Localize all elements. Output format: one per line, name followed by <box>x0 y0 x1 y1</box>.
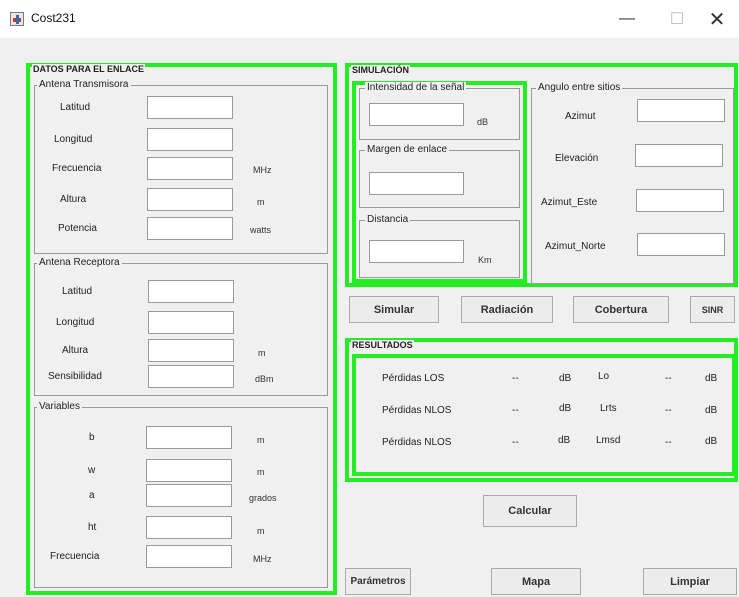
intensidad-title: Intensidad de la señal <box>365 82 467 93</box>
rx-altura-label: Altura <box>62 345 89 356</box>
tx-frecuencia-label: Frecuencia <box>52 163 102 174</box>
perdidas-los-label: Pérdidas LOS <box>382 373 445 384</box>
maximize-button[interactable]: ☐ <box>662 6 692 32</box>
lo-label: Lo <box>598 371 610 382</box>
simular-button[interactable]: Simular <box>349 296 439 323</box>
perdidas-los-value: -- <box>512 373 519 384</box>
rx-sensibilidad-label: Sensibilidad <box>48 371 102 382</box>
rx-latitud-label: Latitud <box>62 286 93 297</box>
perdidas-nlos-2-label: Pérdidas NLOS <box>382 437 452 448</box>
window-title: Cost231 <box>31 11 76 25</box>
lrts-value: -- <box>665 405 672 416</box>
tx-potencia-unit: watts <box>250 225 272 235</box>
parametros-button[interactable]: Parámetros <box>345 568 411 595</box>
tx-potencia-label: Potencia <box>58 223 97 234</box>
perdidas-nlos-2-unit: dB <box>558 435 571 446</box>
azimut-este-label: Azimut_Este <box>541 197 598 208</box>
var-a-unit: grados <box>249 493 277 503</box>
rx-sensibilidad-unit: dBm <box>255 374 274 384</box>
var-w-input[interactable] <box>146 459 232 482</box>
var-frecuencia-input[interactable] <box>146 545 232 568</box>
tx-potencia-input[interactable] <box>147 217 233 240</box>
mapa-button[interactable]: Mapa <box>491 568 581 595</box>
distancia-output <box>369 240 464 263</box>
rx-altura-input[interactable] <box>148 339 234 362</box>
var-b-label: b <box>89 432 95 443</box>
var-b-unit: m <box>257 435 265 445</box>
perdidas-los-unit: dB <box>559 373 572 384</box>
elevacion-output <box>635 144 723 167</box>
cobertura-button[interactable]: Cobertura <box>573 296 669 323</box>
lmsd-value: -- <box>665 437 672 448</box>
tx-frecuencia-unit: MHz <box>253 165 272 175</box>
perdidas-nlos-2-value: -- <box>512 437 519 448</box>
simulacion-title: SIMULACIÓN <box>351 65 410 75</box>
azimut-este-output <box>636 189 724 212</box>
calcular-button[interactable]: Calcular <box>483 495 577 527</box>
minimize-button[interactable]: — <box>612 6 642 32</box>
var-a-label: a <box>89 490 95 501</box>
margen-output <box>369 172 464 195</box>
limpiar-button[interactable]: Limpiar <box>643 568 737 595</box>
var-ht-label: ht <box>88 522 97 533</box>
resultados-title: RESULTADOS <box>351 340 414 350</box>
lrts-unit: dB <box>705 405 718 416</box>
var-a-input[interactable] <box>146 484 232 507</box>
app-icon <box>10 12 24 26</box>
tx-frecuencia-input[interactable] <box>147 157 233 180</box>
antena-receptora-title: Antena Receptora <box>37 257 122 268</box>
radiacion-button[interactable]: Radiación <box>461 296 553 323</box>
lmsd-unit: dB <box>705 436 718 447</box>
distancia-title: Distancia <box>365 214 411 225</box>
tx-latitud-label: Latitud <box>60 102 91 113</box>
tx-altura-input[interactable] <box>147 188 233 211</box>
tx-altura-unit: m <box>257 197 265 207</box>
tx-longitud-input[interactable] <box>147 128 233 151</box>
perdidas-nlos-unit: dB <box>559 403 572 414</box>
rx-longitud-input[interactable] <box>148 311 234 334</box>
intensidad-output <box>369 103 464 126</box>
var-ht-unit: m <box>257 526 265 536</box>
datos-enlace-title: DATOS PARA EL ENLACE <box>32 64 146 74</box>
tx-longitud-label: Longitud <box>54 134 93 145</box>
rx-longitud-label: Longitud <box>56 317 95 328</box>
intensidad-unit: dB <box>477 117 489 127</box>
var-frecuencia-label: Frecuencia <box>50 551 100 562</box>
elevacion-label: Elevación <box>555 153 599 164</box>
variables-title: Variables <box>37 401 82 412</box>
lo-unit: dB <box>705 373 718 384</box>
angulo-title: Angulo entre sitios <box>536 82 623 93</box>
var-ht-input[interactable] <box>146 516 232 539</box>
rx-latitud-input[interactable] <box>148 280 234 303</box>
azimut-norte-output <box>637 233 725 256</box>
antena-transmisora-title: Antena Transmisora <box>37 79 131 90</box>
azimut-output <box>637 99 725 122</box>
tx-altura-label: Altura <box>60 194 87 205</box>
var-frecuencia-unit: MHz <box>253 554 272 564</box>
lo-value: -- <box>665 373 672 384</box>
lmsd-label: Lmsd <box>596 435 621 446</box>
tx-latitud-input[interactable] <box>147 96 233 119</box>
rx-altura-unit: m <box>258 348 266 358</box>
margen-title: Margen de enlace <box>365 144 450 155</box>
sinr-button[interactable]: SINR <box>690 296 735 323</box>
azimut-label: Azimut <box>565 111 596 122</box>
var-w-unit: m <box>257 467 265 477</box>
distancia-unit: Km <box>478 255 492 265</box>
perdidas-nlos-value: -- <box>512 405 519 416</box>
var-w-label: w <box>88 465 96 476</box>
var-b-input[interactable] <box>146 426 232 449</box>
lrts-label: Lrts <box>600 403 617 414</box>
azimut-norte-label: Azimut_Norte <box>545 241 606 252</box>
rx-sensibilidad-input[interactable] <box>148 365 234 388</box>
close-button[interactable]: ✕ <box>702 6 732 32</box>
perdidas-nlos-label: Pérdidas NLOS <box>382 405 452 416</box>
title-bar: Cost231 — ☐ ✕ <box>0 0 739 38</box>
